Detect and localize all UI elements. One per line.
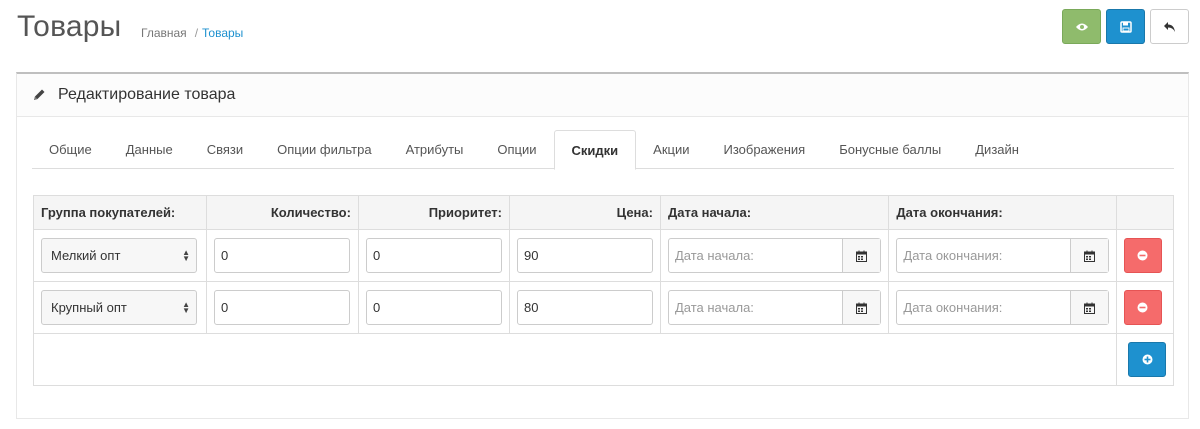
column-header-group: Группа покупателей: <box>33 195 207 230</box>
date-start-field: Дата начала: <box>667 290 882 325</box>
tab-images[interactable]: Изображения <box>706 130 822 169</box>
tab-general[interactable]: Общие <box>32 130 109 169</box>
customer-group-select[interactable]: Крупный опт ▲ ▼ <box>41 290 197 325</box>
header-actions <box>1062 9 1189 44</box>
calendar-button[interactable] <box>1069 239 1108 272</box>
eye-icon <box>1075 23 1088 30</box>
tab-reward-points[interactable]: Бонусные баллы <box>822 130 958 169</box>
date-start-input[interactable]: Дата начала: <box>669 239 842 272</box>
tab-attributes[interactable]: Атрибуты <box>389 130 481 169</box>
page-title: Товары <box>17 10 122 43</box>
calendar-icon <box>1083 250 1095 262</box>
breadcrumb-home-link[interactable]: Главная <box>141 26 187 40</box>
calendar-button[interactable] <box>842 291 881 324</box>
preview-button[interactable] <box>1062 9 1101 44</box>
column-header-priority: Приоритет: <box>357 195 510 230</box>
calendar-icon <box>1083 302 1095 314</box>
calendar-button[interactable] <box>842 239 881 272</box>
reply-icon <box>1164 21 1175 32</box>
minus-circle-icon <box>1137 250 1148 261</box>
price-input[interactable]: 80 <box>516 290 653 325</box>
customer-group-value: Крупный опт <box>51 300 127 315</box>
price-input[interactable]: 90 <box>516 238 653 273</box>
discount-table: Группа покупателей: Количество: Приорите… <box>33 195 1175 386</box>
add-discount-button[interactable] <box>1128 342 1166 377</box>
column-header-date-end: Дата окончания: <box>888 195 1117 230</box>
table-header-row: Группа покупателей: Количество: Приорите… <box>33 195 1175 230</box>
tab-data[interactable]: Данные <box>109 130 190 169</box>
quantity-input[interactable]: 0 <box>213 290 350 325</box>
edit-panel: Редактирование товара Общие Данные Связи… <box>16 72 1189 419</box>
customer-group-value: Мелкий опт <box>51 248 121 263</box>
customer-group-select[interactable]: Мелкий опт ▲ ▼ <box>41 238 197 273</box>
date-end-field: Дата окончания: <box>896 290 1109 325</box>
tab-specials[interactable]: Акции <box>636 130 706 169</box>
breadcrumb-separator: / <box>194 26 199 40</box>
tab-links[interactable]: Связи <box>190 130 260 169</box>
column-header-actions <box>1115 195 1175 230</box>
date-start-field: Дата начала: <box>667 238 882 273</box>
select-arrows-icon: ▲ ▼ <box>182 299 190 315</box>
remove-row-button[interactable] <box>1123 238 1162 273</box>
tab-filter-options[interactable]: Опции фильтра <box>260 130 388 169</box>
remove-row-button[interactable] <box>1123 290 1162 325</box>
column-header-price: Цена: <box>508 195 661 230</box>
panel-heading: Редактирование товара <box>17 74 1188 117</box>
plus-circle-icon <box>1142 354 1152 365</box>
date-end-input[interactable]: Дата окончания: <box>897 291 1070 324</box>
priority-input[interactable]: 0 <box>365 290 502 325</box>
priority-input[interactable]: 0 <box>365 238 502 273</box>
save-button[interactable] <box>1106 9 1145 44</box>
date-start-input[interactable]: Дата начала: <box>669 291 842 324</box>
date-end-input[interactable]: Дата окончания: <box>897 239 1070 272</box>
pencil-icon <box>31 87 47 103</box>
panel-title: Редактирование товара <box>58 86 236 103</box>
table-footer-row <box>33 333 1175 386</box>
table-row: Мелкий опт ▲ ▼ 0 0 90 Дата начала: Дата … <box>33 229 1175 282</box>
column-header-date-start: Дата начала: <box>659 195 890 230</box>
calendar-icon <box>856 250 868 262</box>
date-end-field: Дата окончания: <box>896 238 1109 273</box>
tab-options[interactable]: Опции <box>480 130 553 169</box>
select-arrows-icon: ▲ ▼ <box>182 247 190 263</box>
table-row: Крупный опт ▲ ▼ 0 0 80 Дата начала: Дата… <box>33 281 1175 334</box>
quantity-input[interactable]: 0 <box>213 238 350 273</box>
tab-bar: Общие Данные Связи Опции фильтра Атрибут… <box>32 130 1174 170</box>
calendar-icon <box>856 302 868 314</box>
save-icon <box>1119 20 1132 33</box>
breadcrumb-current-link[interactable]: Товары <box>202 26 243 40</box>
column-header-quantity: Количество: <box>205 195 359 230</box>
calendar-button[interactable] <box>1069 291 1108 324</box>
back-button[interactable] <box>1150 9 1189 44</box>
tab-discounts[interactable]: Скидки <box>553 130 637 170</box>
minus-circle-icon <box>1137 302 1148 313</box>
tab-design[interactable]: Дизайн <box>958 130 1036 169</box>
breadcrumb: Главная / Товары <box>141 26 243 40</box>
